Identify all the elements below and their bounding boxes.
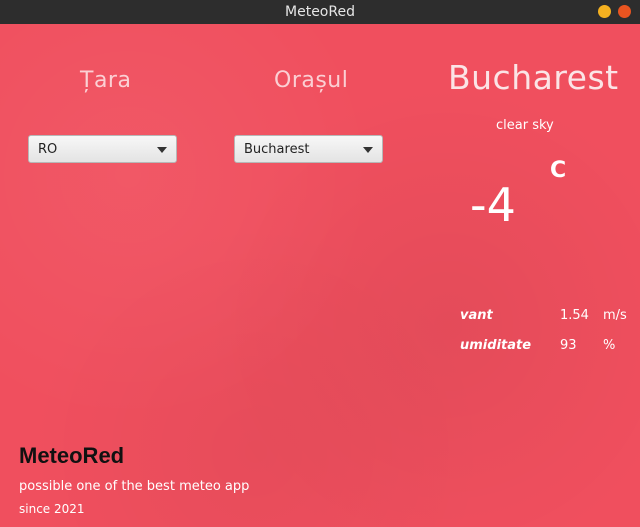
window-title: MeteoRed — [285, 4, 355, 20]
city-select[interactable]: Bucharest — [234, 135, 383, 163]
country-select[interactable]: RO — [28, 135, 177, 163]
app-window: MeteoRed Țara Orașul Bucharest clear sky… — [0, 0, 640, 527]
humidity-label: umiditate — [460, 338, 532, 353]
selected-city-name: Bucharest — [448, 58, 619, 97]
country-select-value: RO — [38, 142, 58, 157]
city-select-value: Bucharest — [244, 142, 310, 157]
chevron-down-icon — [363, 147, 373, 153]
wind-unit: m/s — [603, 308, 627, 323]
since-text: since 2021 — [19, 502, 85, 516]
brand-name: MeteoRed — [19, 443, 125, 468]
minimize-button[interactable] — [598, 5, 611, 18]
chevron-down-icon — [157, 147, 167, 153]
wind-label: vant — [460, 308, 493, 323]
city-heading: Orașul — [274, 68, 349, 93]
title-bar: MeteoRed — [0, 0, 640, 24]
tagline: possible one of the best meteo app — [19, 479, 250, 494]
wind-value: 1.54 — [560, 308, 589, 323]
close-button[interactable] — [618, 5, 631, 18]
humidity-value: 93 — [560, 338, 577, 353]
temperature-unit: C — [550, 158, 567, 183]
temperature-value: -4 — [470, 178, 516, 232]
humidity-unit: % — [603, 338, 616, 353]
weather-description: clear sky — [496, 118, 554, 133]
country-heading: Țara — [80, 68, 132, 93]
